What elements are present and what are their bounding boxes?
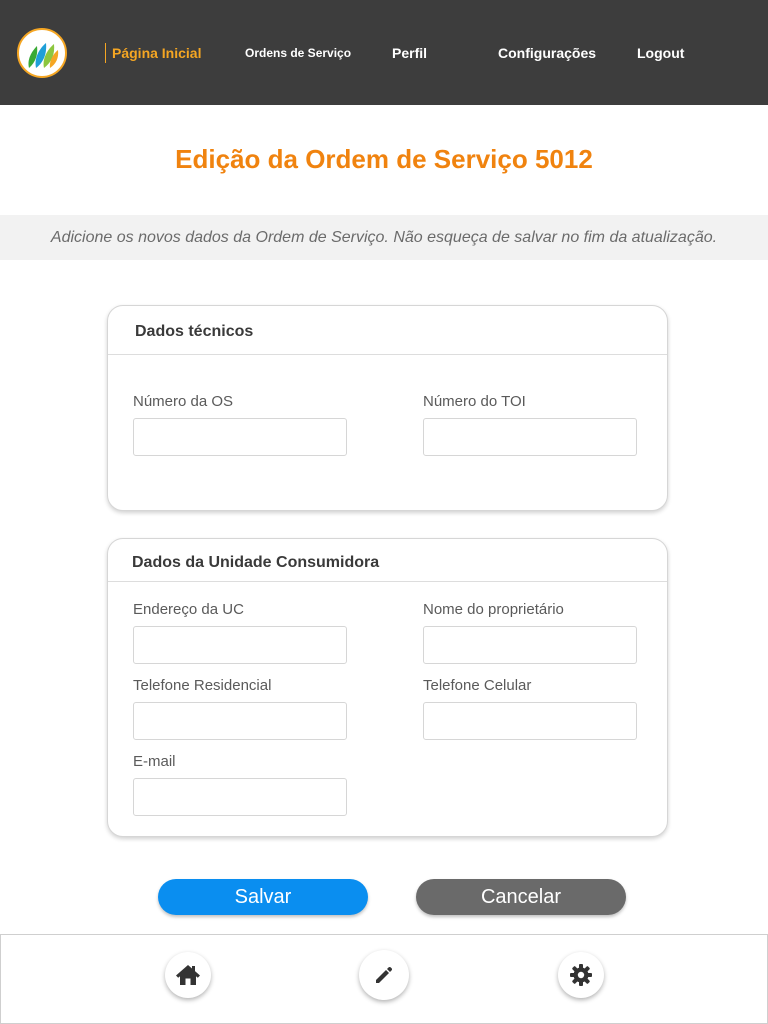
home-phone-input[interactable] bbox=[133, 702, 347, 740]
card-header: Dados da Unidade Consumidora bbox=[108, 539, 667, 582]
cancel-button[interactable]: Cancelar bbox=[416, 879, 626, 915]
mobile-phone-input[interactable] bbox=[423, 702, 637, 740]
nav-link-home[interactable]: Página Inicial bbox=[105, 43, 201, 63]
nav-link-logout[interactable]: Logout bbox=[637, 44, 684, 62]
page-subtitle: Adicione os novos dados da Ordem de Serv… bbox=[50, 229, 718, 246]
pencil-icon bbox=[376, 966, 393, 983]
logo[interactable] bbox=[17, 28, 67, 78]
top-navigation-bar: Página Inicial Ordens de Serviço Perfil … bbox=[0, 0, 768, 105]
edit-tab-button[interactable] bbox=[359, 950, 409, 1000]
card-title: Dados técnicos bbox=[135, 323, 254, 340]
consumer-unit-card: Dados da Unidade Consumidora Endereço da… bbox=[107, 538, 668, 837]
mobile-phone-label: Telefone Celular bbox=[423, 677, 532, 694]
address-label: Endereço da UC bbox=[133, 601, 244, 618]
home-icon bbox=[176, 965, 200, 985]
owner-name-label: Nome do proprietário bbox=[423, 601, 564, 618]
card-header: Dados técnicos bbox=[108, 306, 667, 355]
save-button[interactable]: Salvar bbox=[158, 879, 368, 915]
toi-number-label: Número do TOI bbox=[423, 393, 526, 410]
os-number-label: Número da OS bbox=[133, 393, 234, 410]
page-title: Edição da Ordem de Serviço 5012 bbox=[175, 144, 593, 174]
nav-link-settings[interactable]: Configurações bbox=[498, 44, 596, 62]
card-title: Dados da Unidade Consumidora bbox=[132, 554, 380, 571]
email-input[interactable] bbox=[133, 778, 347, 816]
toi-number-input[interactable] bbox=[423, 418, 637, 456]
settings-tab-button[interactable] bbox=[558, 952, 604, 998]
os-number-input[interactable] bbox=[133, 418, 347, 456]
nav-link-service-orders[interactable]: Ordens de Serviço bbox=[245, 44, 351, 62]
technical-data-card: Dados técnicos Número da OS Número do TO… bbox=[107, 305, 668, 511]
nav-link-profile[interactable]: Perfil bbox=[392, 44, 427, 62]
owner-name-input[interactable] bbox=[423, 626, 637, 664]
gear-icon bbox=[570, 964, 592, 986]
home-tab-button[interactable] bbox=[165, 952, 211, 998]
address-input[interactable] bbox=[133, 626, 347, 664]
leaves-logo-icon bbox=[28, 43, 59, 68]
email-label: E-mail bbox=[133, 753, 176, 770]
home-phone-label: Telefone Residencial bbox=[133, 677, 272, 694]
